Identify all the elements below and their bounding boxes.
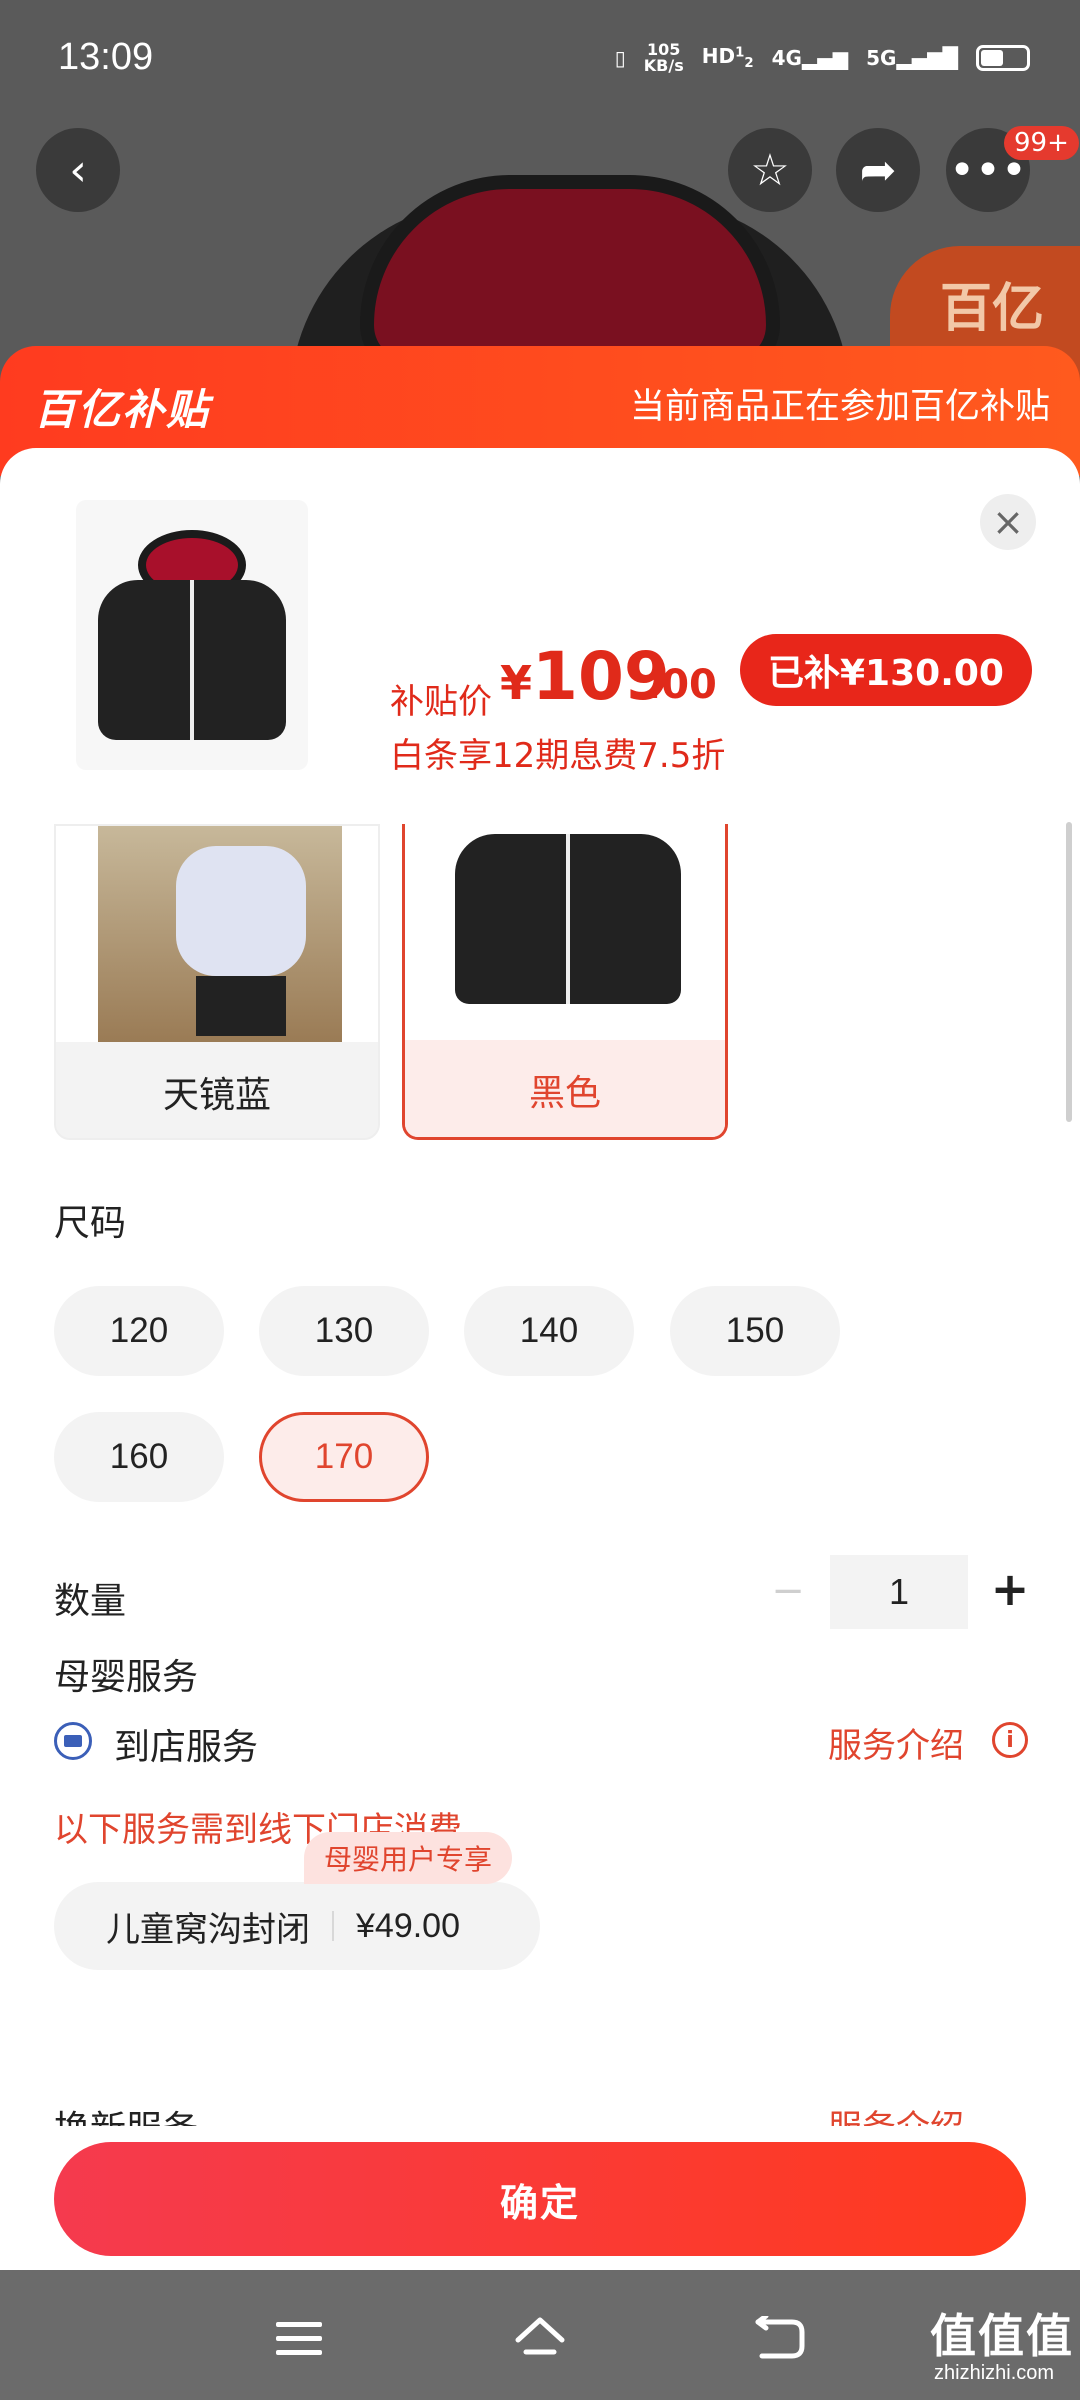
price-integer: ¥109 [500,638,670,715]
subsidy-logo: 百亿补贴 [34,385,211,434]
service-option-sealant[interactable]: 儿童窝沟封闭 ¥49.00 [54,1882,540,1970]
renewal-service-label: 换新服务 [54,2100,198,2126]
hd-icon: HD12 [702,44,754,72]
service-option-price: ¥49.00 [356,1906,460,1945]
sku-selection-sheet: × 补贴价 ¥109 .00 已补¥130.00 白条享12期息费7.5折 天镜… [0,448,1080,2270]
watermark-logo: 值值值 [930,2309,1074,2363]
net-5g-label: 5G [866,46,897,70]
battery-icon [976,45,1030,71]
product-thumbnail [76,500,308,770]
size-title: 尺码 [54,1203,127,1244]
exclusive-tag: 母婴用户专享 [304,1832,513,1884]
size-option-170[interactable]: 170 [259,1412,429,1502]
close-button[interactable]: × [980,494,1036,550]
subsidy-price-label: 补贴价 [390,682,492,722]
watermark-url: zhizhizhi.com [934,2362,1055,2384]
black-jacket-zipper [566,834,570,1004]
sim1-label: 1 [735,45,745,61]
color-option-image [405,824,725,1040]
color-option-sky-blue[interactable]: 天镜蓝 [54,824,380,1140]
system-nav-bar: 值值值 zhizhizhi.com [0,2270,1080,2400]
net-speed-unit: KB/s [643,56,684,75]
star-icon: ☆ [750,144,790,196]
subsidy-banner-text: 当前商品正在参加百亿补贴 [629,387,1050,427]
size-option-130[interactable]: 130 [259,1286,429,1376]
back-button[interactable]: ‹ [36,128,120,212]
menu-icon[interactable] [276,2322,322,2364]
status-time: 13:09 [58,36,154,78]
quantity-title: 数量 [54,1581,127,1622]
share-button[interactable]: ➦ [836,128,920,212]
signal-5g-icon: 5G▂▄▆█ [866,46,958,70]
scrollbar[interactable] [1066,822,1072,1122]
quantity-plus-button[interactable]: + [988,1562,1032,1616]
color-options: 天镜蓝 黑色 [0,824,1080,1154]
vibrate-icon: ▯ [614,46,626,70]
sim2-label: 2 [744,56,754,72]
notification-badge: 99+ [1004,126,1079,160]
size-option-120[interactable]: 120 [54,1286,224,1376]
price-cents: .00 [646,662,717,708]
installment-offer: 白条享12期息费7.5折 [390,736,726,776]
signal-4g-icon: 4G▂▄▆ [771,46,849,70]
color-option-label: 黑色 [405,1040,725,1137]
jacket-zipper [190,580,194,740]
home-icon[interactable] [512,2310,568,2366]
status-bar: 13:09 ▯ 105 KB/s HD12 4G▂▄▆ 5G▂▄▆█ [0,0,1080,120]
size-option-140[interactable]: 140 [464,1286,634,1376]
color-option-label: 天镜蓝 [56,1042,378,1138]
hd-label: HD [701,43,736,68]
size-option-160[interactable]: 160 [54,1412,224,1502]
confirm-button[interactable]: 确定 [54,2142,1026,2256]
color-option-black[interactable]: 黑色 [402,824,728,1140]
net-4g-label: 4G [771,46,802,70]
store-service-label: 到店服务 [114,1727,259,1768]
quantity-input[interactable]: 1 [830,1555,968,1629]
service-option-name: 儿童窝沟封闭 [106,1909,310,1950]
renewal-service-intro-link[interactable]: 服务介绍 [828,2100,964,2126]
close-icon: × [992,500,1024,544]
sky-blue-skirt [196,976,286,1036]
store-icon [54,1722,92,1760]
subsidy-amount-tag: 已补¥130.00 [740,634,1032,706]
quantity-minus-button[interactable]: − [768,1568,808,1614]
price-currency: ¥ [500,656,533,710]
favorite-button[interactable]: ☆ [728,128,812,212]
color-option-image [56,826,378,1042]
product-main-image-hood [360,175,780,375]
net-speed: 105 KB/s [644,42,684,74]
status-icons: ▯ 105 KB/s HD12 4G▂▄▆ 5G▂▄▆█ [615,36,1030,80]
subsidy-corner-badge-text: 百亿 [940,279,1045,339]
size-option-150[interactable]: 150 [670,1286,840,1376]
sky-blue-jacket [176,846,306,976]
sim-labels: 12 [735,45,754,72]
share-icon: ➦ [859,144,897,196]
divider [332,1911,334,1941]
service-intro-link[interactable]: 服务介绍 [828,1718,964,1767]
chevron-left-icon: ‹ [69,144,87,196]
info-icon[interactable]: i [992,1722,1028,1758]
back-nav-icon[interactable] [752,2316,808,2362]
services-title: 母婴服务 [54,1657,199,1698]
